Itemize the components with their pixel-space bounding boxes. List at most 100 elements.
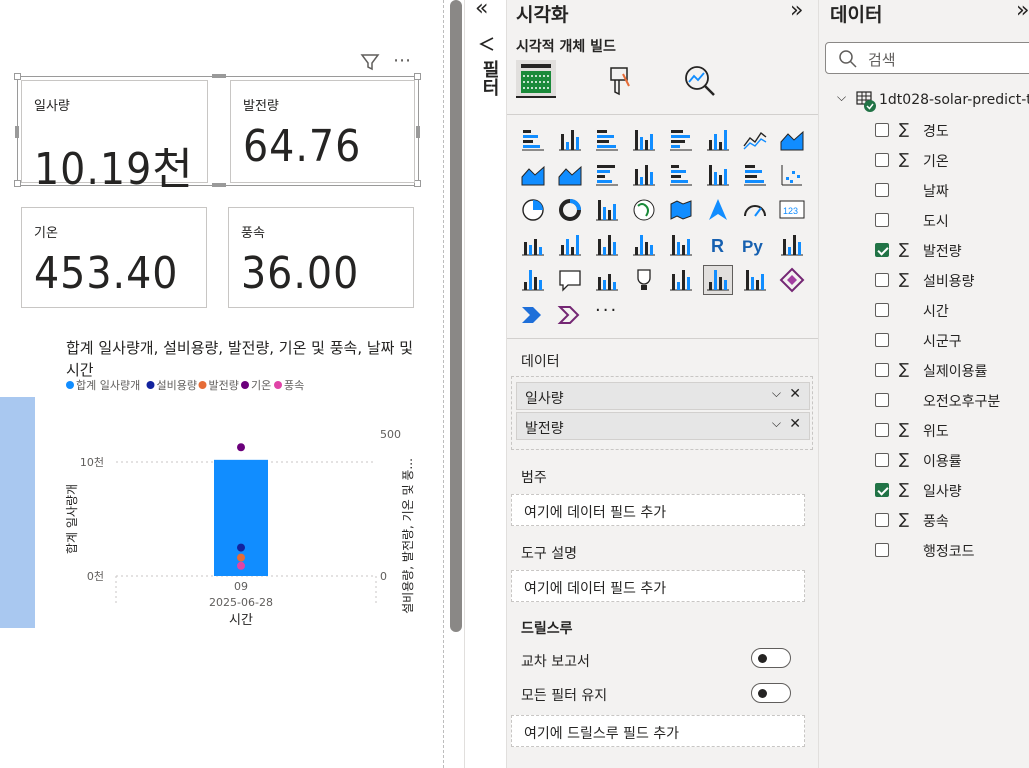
field-name[interactable]: 발전량 [923,241,962,261]
matrix-icon[interactable] [667,231,695,259]
narrative-icon[interactable] [593,266,621,294]
well-item-irradiance[interactable]: 일사량 ⌵ ✕ [516,382,810,410]
field-name[interactable]: 풍속 [923,511,949,531]
resize-handle[interactable] [14,73,21,80]
100-bar-icon[interactable] [667,126,695,154]
line-chart-icon[interactable] [741,126,769,154]
decomposition-tree-icon[interactable] [778,231,806,259]
combo-chart[interactable]: 합계 일사량개 설비용량 발전량 기온 풍속10천0천5000합계 일사량개 설비용량, … [40,376,440,636]
donut-chart-icon[interactable] [556,196,584,224]
field-name[interactable]: 도시 [923,211,949,231]
azure-map-icon[interactable] [704,196,732,224]
resize-handle[interactable] [212,74,226,78]
field-name[interactable]: 시간 [923,301,949,321]
field-name[interactable]: 행정코드 [923,541,975,561]
stacked-bar-icon[interactable] [519,126,547,154]
button-slicer-icon[interactable] [741,266,769,294]
cross-report-toggle[interactable] [751,648,791,668]
area-chart-icon[interactable] [778,126,806,154]
resize-handle[interactable] [15,126,19,138]
slicer-icon[interactable] [593,231,621,259]
field-checkbox[interactable] [875,123,889,137]
map-icon[interactable] [630,196,658,224]
resize-handle[interactable] [212,183,226,187]
field-name[interactable]: 시군구 [923,331,962,351]
chevron-down-icon[interactable]: ⌵ [772,416,781,431]
kpi-card[interactable]: 일사량 10.19천 [21,80,208,195]
gauge-icon[interactable] [741,196,769,224]
field-checkbox[interactable] [875,183,889,197]
field-name[interactable]: 경도 [923,121,949,141]
clustered-bar-icon[interactable] [593,126,621,154]
field-name[interactable]: 날짜 [923,181,949,201]
r-visual-icon[interactable]: R [704,231,732,259]
stacked-column-icon[interactable] [556,126,584,154]
keep-filters-toggle[interactable] [751,683,791,703]
clustered-column-icon[interactable] [630,126,658,154]
100-area-icon[interactable] [556,161,584,189]
qa-icon[interactable] [556,266,584,294]
resize-handle[interactable] [414,73,421,80]
tooltip-drop-zone[interactable]: 여기에 데이터 필드 추가 [511,570,805,602]
resize-handle[interactable] [414,180,421,187]
waterfall-icon[interactable] [704,161,732,189]
multi-row-card-icon[interactable] [519,231,547,259]
field-checkbox[interactable] [875,483,889,497]
field-checkbox[interactable] [875,273,889,287]
field-checkbox[interactable] [875,513,889,527]
partial-visual[interactable] [0,397,35,628]
100-column-icon[interactable] [704,126,732,154]
field-checkbox[interactable] [875,333,889,347]
pie-chart-icon[interactable] [519,196,547,224]
more-visuals-icon[interactable]: ··· [595,300,618,321]
analytics-magnifier-icon[interactable] [683,64,717,96]
filters-rail[interactable]: « 필터 [464,0,507,768]
remove-icon[interactable]: ✕ [789,386,801,402]
python-visual-icon[interactable]: Py [741,231,769,259]
field-name[interactable]: 위도 [923,421,949,441]
chevron-down-icon[interactable]: ⌵ [837,90,846,105]
kpi-card[interactable]: 풍속 36.00 [228,207,414,308]
treemap-icon[interactable] [593,196,621,224]
field-checkbox[interactable] [875,453,889,467]
paginated-icon[interactable] [667,266,695,294]
category-drop-zone[interactable]: 여기에 데이터 필드 추가 [511,494,805,526]
filled-map-icon[interactable] [667,196,695,224]
power-apps-icon[interactable] [778,266,806,294]
scatter-icon[interactable] [778,161,806,189]
build-tab[interactable] [516,60,556,98]
resize-handle[interactable] [416,126,420,138]
expand-icon[interactable]: » [1016,0,1029,23]
field-checkbox[interactable] [875,213,889,227]
field-name[interactable]: 이용률 [923,451,962,471]
goals-icon[interactable] [630,266,658,294]
search-input[interactable]: 검색 [825,42,1029,74]
field-name[interactable]: 기온 [923,151,949,171]
well-item-generation[interactable]: 발전량 ⌵ ✕ [516,412,810,440]
more-options-icon[interactable]: ⋯ [393,50,411,71]
canvas-scrollbar[interactable] [450,0,462,632]
table-name[interactable]: 1dt028-solar-predict-t... [879,92,1029,108]
drillthrough-drop-zone[interactable]: 여기에 드릴스루 필드 추가 [511,715,805,747]
line-column-icon[interactable] [593,161,621,189]
data-well-zone[interactable]: 일사량 ⌵ ✕ 발전량 ⌵ ✕ [511,376,813,450]
field-name[interactable]: 오전오후구분 [923,391,1000,411]
card-icon[interactable]: 123 [778,196,806,224]
key-influencers-icon[interactable] [519,266,547,294]
field-name[interactable]: 설비용량 [923,271,975,291]
kpi-icon[interactable] [556,231,584,259]
field-checkbox[interactable] [875,363,889,377]
kpi-card[interactable]: 기온 453.40 [21,207,207,308]
line-clustered-icon[interactable] [630,161,658,189]
chevron-icon[interactable] [556,301,584,329]
new-card-icon[interactable] [703,265,733,295]
collapse-icon[interactable]: « [475,0,488,21]
expand-icon[interactable]: » [790,0,803,23]
field-checkbox[interactable] [875,543,889,557]
format-paintbrush-icon[interactable] [603,64,633,96]
field-checkbox[interactable] [875,153,889,167]
stacked-area-icon[interactable] [519,161,547,189]
kpi-card[interactable]: 발전량 64.76 [230,80,415,183]
remove-icon[interactable]: ✕ [789,416,801,432]
field-name[interactable]: 실제이용률 [923,361,987,381]
